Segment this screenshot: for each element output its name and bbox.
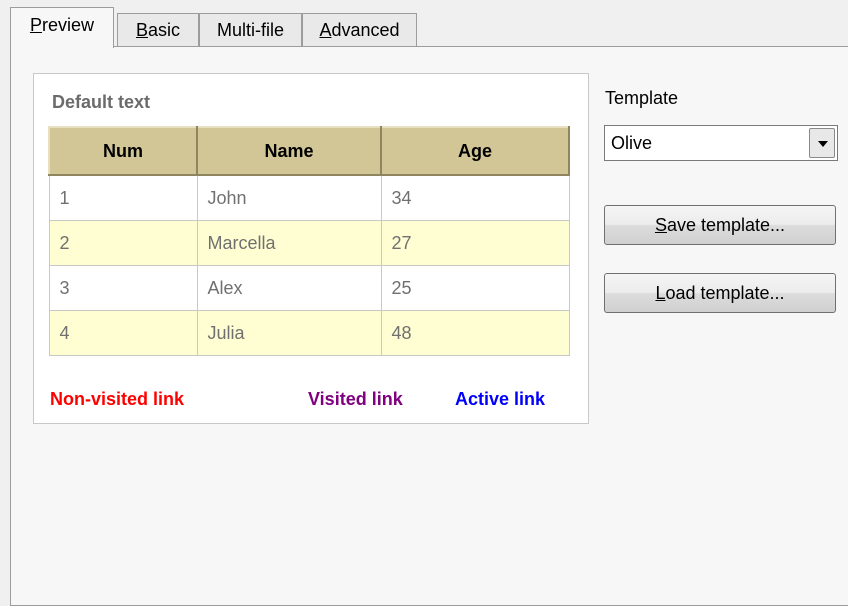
cell-age: 48 xyxy=(380,310,570,356)
table-row: 4 Julia 48 xyxy=(48,310,570,356)
tab-preview-mnemonic: P xyxy=(29,15,42,35)
cell-num: 3 xyxy=(48,265,198,311)
cell-name: Marcella xyxy=(196,220,382,266)
non-visited-link-sample: Non-visited link xyxy=(50,389,185,409)
template-label: Template xyxy=(605,88,679,108)
table-row: 2 Marcella 27 xyxy=(48,220,570,266)
tab-advanced-label: dvanced xyxy=(331,20,400,40)
tab-basic-mnemonic: B xyxy=(135,20,148,40)
column-header-num: Num xyxy=(48,126,198,176)
table-row: 3 Alex 25 xyxy=(48,265,570,311)
tab-advanced[interactable]: Advanced xyxy=(302,13,417,47)
template-select-value: Olive xyxy=(611,133,653,153)
tab-multi-file-label: Multi-file xyxy=(216,20,284,40)
table-header-row: Num Name Age xyxy=(48,126,570,176)
column-header-age: Age xyxy=(380,126,570,176)
column-header-name: Name xyxy=(196,126,382,176)
template-select[interactable]: Olive xyxy=(604,125,838,161)
save-template-button[interactable]: Save template... xyxy=(604,205,836,245)
visited-link-sample: Visited link xyxy=(308,389,403,409)
table-row: 1 John 34 xyxy=(48,174,570,221)
save-template-label: ave template... xyxy=(666,215,786,235)
preview-table: Num Name Age 1 John 34 2 Marcella 27 3 A… xyxy=(48,126,570,356)
cell-name: John xyxy=(196,174,382,221)
default-text: Default text xyxy=(52,92,151,112)
cell-age: 34 xyxy=(380,174,570,221)
tab-basic[interactable]: Basic xyxy=(117,13,199,47)
tab-multi-file[interactable]: Multi-file xyxy=(199,13,302,47)
cell-num: 2 xyxy=(48,220,198,266)
chevron-down-icon[interactable] xyxy=(809,128,835,158)
cell-name: Julia xyxy=(196,310,382,356)
load-template-mnemonic: L xyxy=(655,283,666,303)
cell-name: Alex xyxy=(196,265,382,311)
save-template-mnemonic: S xyxy=(654,215,667,235)
tab-basic-label: asic xyxy=(148,20,181,40)
tab-advanced-mnemonic: A xyxy=(319,20,332,40)
cell-num: 4 xyxy=(48,310,198,356)
tab-preview[interactable]: Preview xyxy=(10,7,114,48)
load-template-button[interactable]: Load template... xyxy=(604,273,836,313)
cell-age: 25 xyxy=(380,265,570,311)
template-preview: Default text Num Name Age 1 John 34 2 Ma… xyxy=(33,73,589,424)
cell-num: 1 xyxy=(48,174,198,221)
load-template-label: oad template... xyxy=(665,283,785,303)
cell-age: 27 xyxy=(380,220,570,266)
active-link-sample: Active link xyxy=(455,389,546,409)
tab-preview-label: review xyxy=(42,15,95,35)
